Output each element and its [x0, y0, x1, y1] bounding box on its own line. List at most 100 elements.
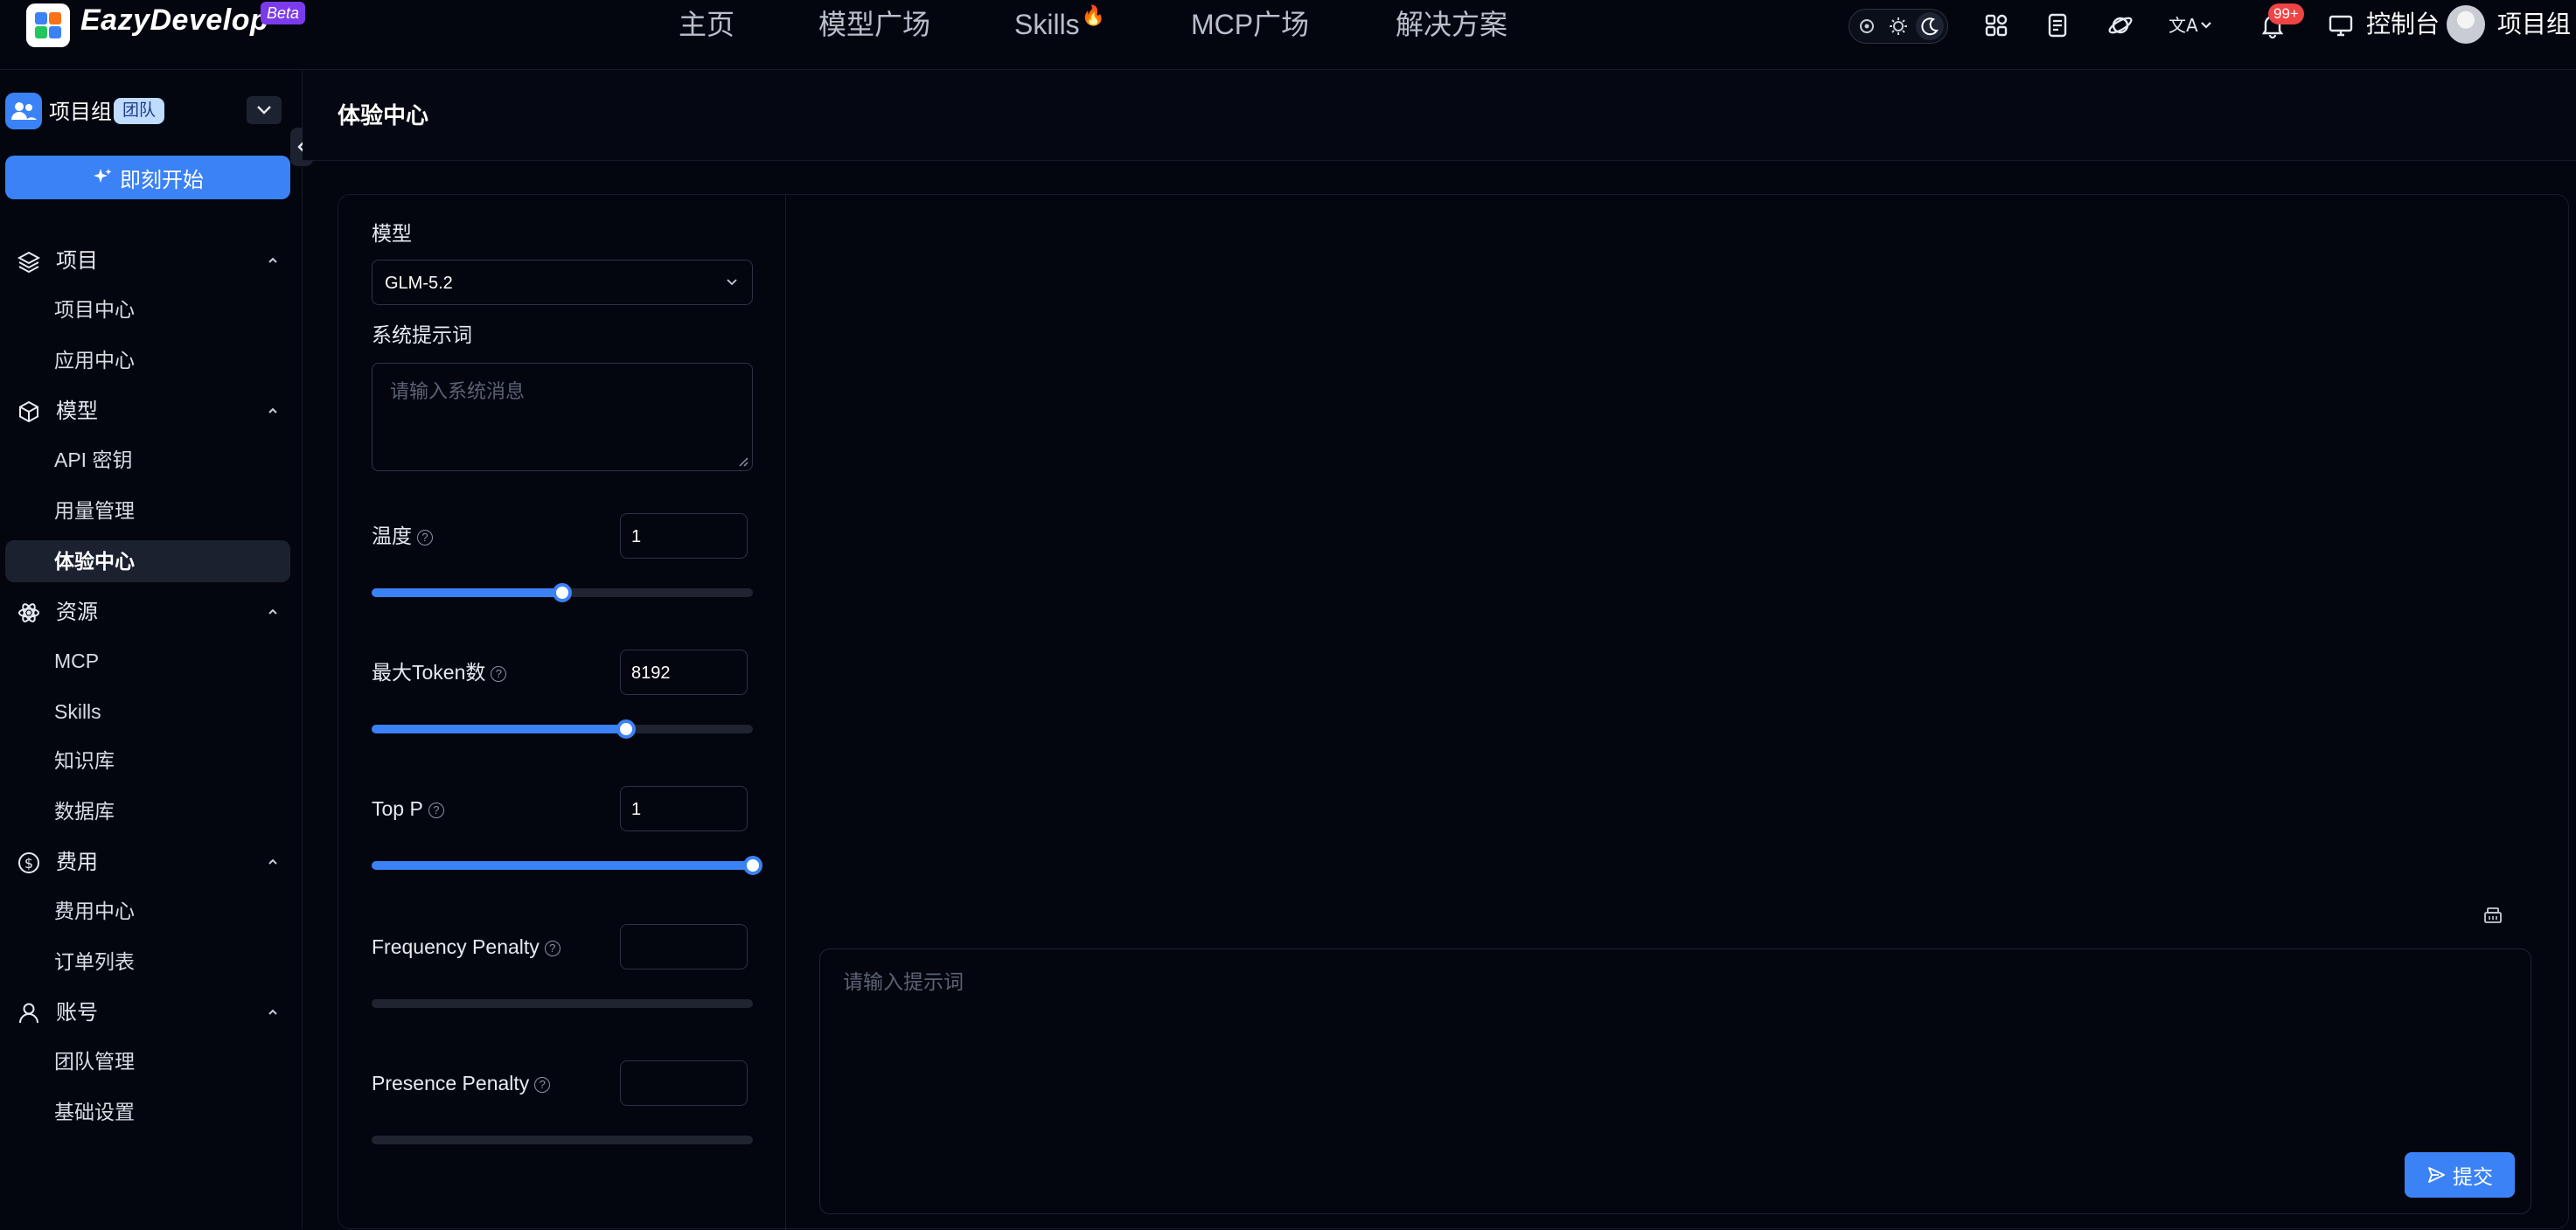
team-icon — [5, 93, 42, 129]
theme-light-option[interactable] — [1884, 12, 1912, 40]
sidebar-item-label: 用量管理 — [54, 499, 135, 522]
atom-icon — [18, 603, 39, 622]
dollar-icon: $ — [18, 852, 39, 873]
sidebar-item-label: 团队管理 — [54, 1050, 135, 1073]
menu-group-resources[interactable]: 资源 — [0, 594, 303, 629]
slider-thumb[interactable] — [553, 583, 572, 602]
system-prompt-input[interactable]: 请输入系统消息 — [372, 363, 753, 471]
apps-icon[interactable] — [1981, 10, 2011, 40]
sidebar-item-order-list[interactable]: 订单列表 — [5, 941, 290, 983]
svg-text:文A: 文A — [2169, 15, 2198, 36]
top-p-input[interactable]: 1 — [620, 786, 748, 831]
top-p-label: Top P? — [372, 796, 444, 821]
playground-panel: 模型 GLM-5.2 系统提示词 请输入系统消息 温度? 1 最大Token数? — [338, 194, 2569, 1230]
presence-penalty-slider[interactable] — [372, 1136, 753, 1144]
svg-text:$: $ — [24, 855, 33, 872]
temperature-value: 1 — [631, 527, 642, 546]
nav-home[interactable]: 主页 — [679, 7, 735, 42]
sidebar-item-api-keys[interactable]: API 密钥 — [5, 439, 290, 481]
slider-thumb[interactable] — [743, 856, 762, 875]
layers-icon — [17, 251, 41, 274]
sidebar-item-usage[interactable]: 用量管理 — [5, 490, 290, 532]
avatar[interactable] — [2447, 5, 2485, 44]
temperature-slider[interactable] — [372, 583, 753, 602]
chevron-down-icon — [257, 106, 271, 115]
notification-badge: 99+ — [2268, 3, 2304, 24]
document-icon[interactable] — [2043, 10, 2072, 40]
language-icon[interactable]: 文A — [2167, 10, 2219, 40]
chevron-down-icon — [727, 279, 737, 286]
nav-skills[interactable]: Skills🔥 — [1014, 4, 1105, 45]
user-icon — [19, 1003, 38, 1024]
team-tag: 团队 — [114, 98, 165, 124]
sidebar-item-app-center[interactable]: 应用中心 — [5, 339, 290, 381]
prompt-input[interactable]: 请输入提示词 提交 — [819, 949, 2531, 1214]
system-prompt-placeholder: 请输入系统消息 — [390, 380, 526, 402]
theme-system-option[interactable] — [1853, 12, 1881, 40]
temperature-label: 温度? — [372, 524, 433, 548]
max-tokens-label-text: 最大Token数 — [372, 661, 486, 684]
nav-model-plaza[interactable]: 模型广场 — [818, 7, 930, 42]
menu-group-account[interactable]: 账号 — [0, 995, 303, 1030]
page-header: 体验中心 — [303, 70, 2576, 161]
menu-group-label: 模型 — [56, 400, 98, 423]
menu-group-label: 费用 — [56, 851, 98, 874]
help-icon[interactable]: ? — [417, 529, 433, 546]
chevron-up-icon — [268, 1009, 277, 1015]
sidebar-item-project-center[interactable]: 项目中心 — [5, 288, 290, 330]
sidebar-item-label: 体验中心 — [54, 550, 135, 573]
help-icon[interactable]: ? — [428, 802, 444, 818]
brand-logo-icon[interactable] — [26, 3, 70, 47]
frequency-penalty-label-text: Frequency Penalty — [372, 935, 540, 958]
planet-icon[interactable] — [2106, 10, 2135, 40]
menu-group-project[interactable]: 项目 — [0, 243, 303, 278]
console-link[interactable]: 控制台 — [2366, 9, 2440, 40]
sidebar-item-knowledge-base[interactable]: 知识库 — [5, 740, 290, 782]
sidebar: 项目组 团队 即刻开始 项目 项目中心 应用中心 模型 API 密钥 用量管理 … — [0, 70, 313, 1229]
sidebar-item-billing-center[interactable]: 费用中心 — [5, 890, 290, 932]
max-tokens-slider[interactable] — [372, 719, 753, 739]
sidebar-item-label: 订单列表 — [54, 950, 135, 973]
theme-toggle — [1848, 9, 1948, 44]
sidebar-item-playground[interactable]: 体验中心 — [5, 540, 290, 582]
submit-button[interactable]: 提交 — [2405, 1152, 2515, 1198]
help-icon[interactable]: ? — [544, 940, 560, 956]
frequency-penalty-input[interactable] — [620, 924, 748, 969]
resize-handle-icon[interactable] — [736, 455, 748, 467]
max-tokens-label: 最大Token数? — [372, 660, 507, 684]
help-icon[interactable]: ? — [534, 1076, 551, 1093]
presence-penalty-input[interactable] — [620, 1060, 748, 1106]
nav-solutions[interactable]: 解决方案 — [1396, 7, 1507, 42]
sidebar-item-database[interactable]: 数据库 — [5, 790, 290, 832]
sidebar-item-label: Skills — [54, 700, 101, 723]
start-now-button[interactable]: 即刻开始 — [5, 156, 290, 199]
model-label: 模型 — [372, 222, 412, 245]
menu-group-label: 项目 — [56, 249, 98, 273]
clear-chat-icon[interactable] — [2481, 903, 2505, 928]
frequency-penalty-slider[interactable] — [372, 999, 753, 1008]
help-icon[interactable]: ? — [491, 665, 507, 682]
sidebar-item-basic-settings[interactable]: 基础设置 — [5, 1091, 290, 1133]
sun-icon — [1890, 17, 1907, 35]
temperature-label-text: 温度 — [372, 525, 412, 547]
nav-mcp-plaza[interactable]: MCP广场 — [1191, 7, 1309, 42]
user-name[interactable]: 项目组 — [2497, 9, 2571, 40]
sidebar-item-skills[interactable]: Skills — [5, 691, 290, 733]
sidebar-item-mcp[interactable]: MCP — [5, 640, 290, 682]
sidebar-item-label: MCP — [54, 650, 100, 672]
menu-group-billing[interactable]: $ 费用 — [0, 844, 303, 879]
slider-fill — [372, 861, 753, 870]
chevron-up-icon — [268, 608, 277, 615]
team-switcher-button[interactable] — [247, 96, 282, 124]
menu-group-model[interactable]: 模型 — [0, 393, 303, 428]
brand-name[interactable]: EazyDevelop — [80, 3, 268, 38]
sidebar-item-team-management[interactable]: 团队管理 — [5, 1040, 290, 1082]
model-select[interactable]: GLM-5.2 — [372, 260, 753, 305]
max-tokens-input[interactable]: 8192 — [620, 650, 748, 695]
theme-dark-option[interactable] — [1916, 12, 1944, 40]
slider-thumb[interactable] — [616, 719, 636, 739]
start-now-label: 即刻开始 — [120, 168, 204, 192]
sidebar-item-label: 项目中心 — [54, 298, 135, 321]
temperature-input[interactable]: 1 — [620, 513, 748, 559]
top-p-slider[interactable] — [372, 856, 762, 875]
